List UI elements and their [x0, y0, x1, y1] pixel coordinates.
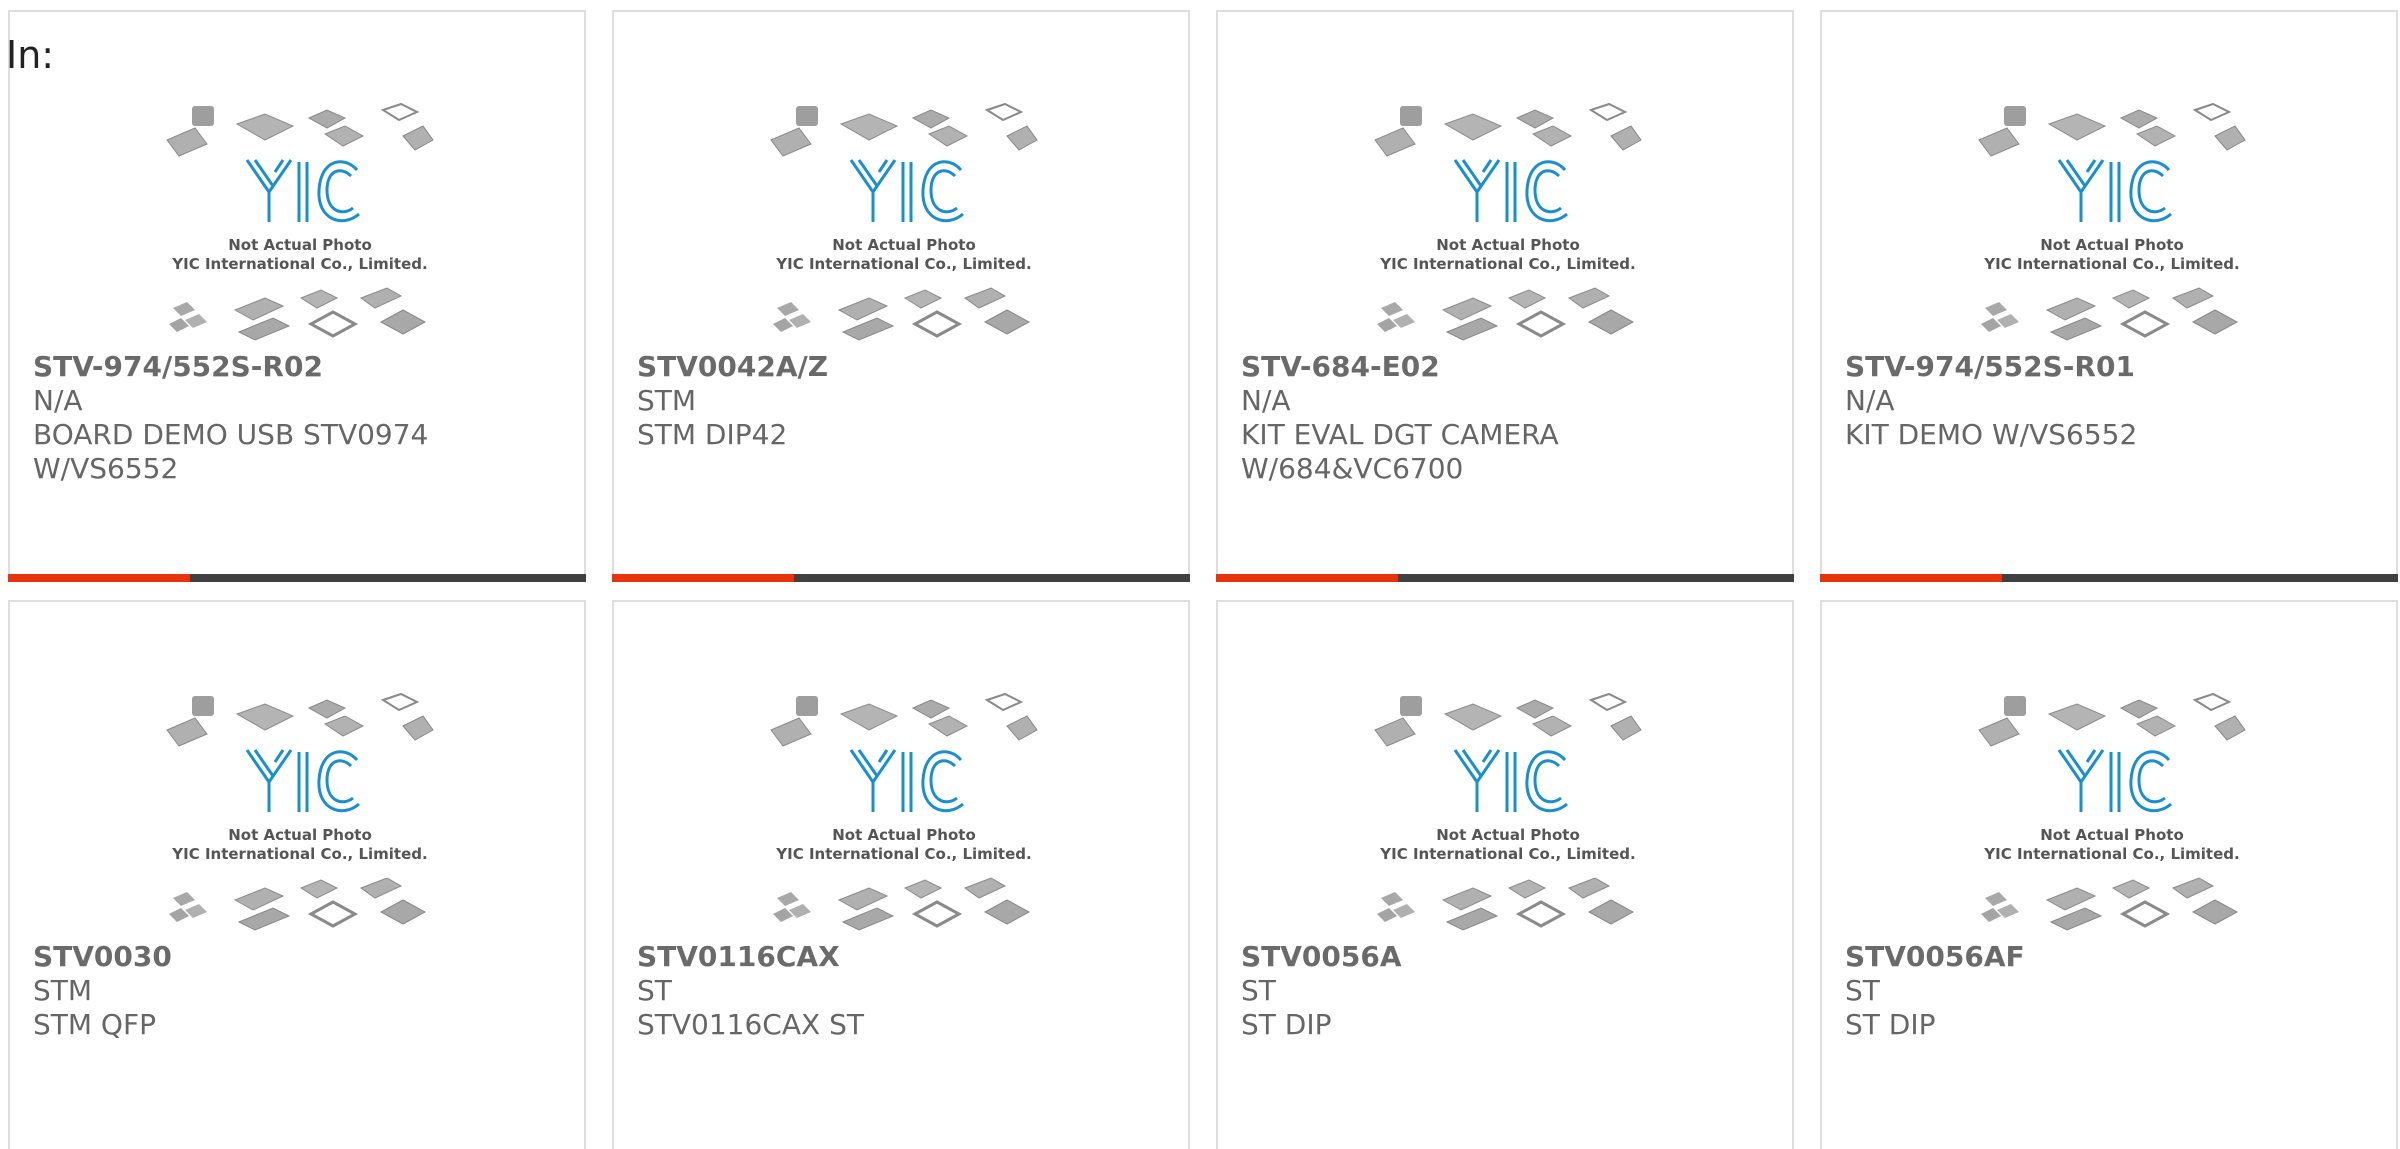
product-manufacturer: STM: [637, 384, 697, 417]
product-part-number[interactable]: STV0116CAX: [637, 940, 1168, 974]
product-info: STV-974/552S-R01 N/A KIT DEMO W/VS6552: [1845, 350, 2376, 452]
chip-icons-top: [1978, 692, 2246, 747]
placeholder-line-2: YIC International Co., Limited.: [1379, 255, 1635, 273]
product-info: STV0030 STM STM QFP: [33, 940, 564, 1042]
chip-icons-bottom: [169, 877, 427, 931]
product-grid: Not Actual Photo YIC International Co., …: [8, 10, 2400, 1149]
card-bottom-bar: [1820, 574, 2398, 582]
product-description: STV0116CAX ST: [637, 1008, 864, 1041]
product-part-number[interactable]: STV0030: [33, 940, 564, 974]
product-description: BOARD DEMO USB STV0974 W/VS6552: [33, 418, 429, 485]
product-part-number[interactable]: STV-974/552S-R01: [1845, 350, 2376, 384]
chip-icons-bottom: [773, 287, 1031, 341]
placeholder-line-2: YIC International Co., Limited.: [1983, 845, 2239, 863]
product-part-number[interactable]: STV-684-E02: [1241, 350, 1772, 384]
product-part-number[interactable]: STV0056AF: [1845, 940, 2376, 974]
chip-icons-bottom: [1981, 877, 2239, 931]
placeholder-line-2: YIC International Co., Limited.: [775, 255, 1031, 273]
chip-icons-top: [1374, 692, 1642, 747]
product-part-number[interactable]: STV0056A: [1241, 940, 1772, 974]
product-card[interactable]: Not Actual Photo YIC International Co., …: [1216, 600, 1794, 1149]
product-placeholder-image: Not Actual Photo YIC International Co., …: [166, 102, 434, 341]
product-card[interactable]: Not Actual Photo YIC International Co., …: [612, 10, 1190, 582]
product-placeholder-image: Not Actual Photo YIC International Co., …: [1374, 102, 1642, 341]
chip-icons-bottom: [169, 287, 427, 341]
card-accent-bar: [1216, 574, 1398, 582]
product-grid-page: Not Actual Photo YIC International Co., …: [0, 0, 2400, 1149]
placeholder-line-1: Not Actual Photo: [832, 826, 976, 844]
card-bottom-bar: [612, 574, 1190, 582]
product-description: ST DIP: [1845, 1008, 1936, 1041]
product-manufacturer: N/A: [1845, 384, 1895, 417]
product-info: STV0042A/Z STM STM DIP42: [637, 350, 1168, 452]
chip-icons-top: [770, 692, 1038, 747]
chip-icons-top: [166, 102, 434, 157]
card-bottom-bar: [8, 574, 586, 582]
product-description: STM QFP: [33, 1008, 156, 1041]
placeholder-line-1: Not Actual Photo: [228, 826, 372, 844]
placeholder-line-2: YIC International Co., Limited.: [1379, 845, 1635, 863]
yic-logo: [1453, 159, 1568, 223]
chip-icons-top: [770, 102, 1038, 157]
placeholder-line-2: YIC International Co., Limited.: [171, 845, 427, 863]
placeholder-line-2: YIC International Co., Limited.: [775, 845, 1031, 863]
product-part-number[interactable]: STV-974/552S-R02: [33, 350, 564, 384]
product-placeholder-image: Not Actual Photo YIC International Co., …: [770, 692, 1038, 931]
yic-logo: [245, 159, 360, 223]
card-bottom-bar: [1216, 574, 1794, 582]
chip-icons-bottom: [773, 877, 1031, 931]
card-accent-bar: [612, 574, 794, 582]
product-description: KIT EVAL DGT CAMERA W/684&VC6700: [1241, 418, 1559, 485]
product-manufacturer: STM: [33, 974, 93, 1007]
chip-icons-bottom: [1377, 287, 1635, 341]
chip-icons-bottom: [1981, 287, 2239, 341]
product-card[interactable]: Not Actual Photo YIC International Co., …: [1216, 10, 1794, 582]
card-accent-bar: [1820, 574, 2002, 582]
product-info: STV0056A ST ST DIP: [1241, 940, 1772, 1042]
yic-logo: [849, 749, 964, 813]
yic-logo: [245, 749, 360, 813]
product-manufacturer: N/A: [33, 384, 83, 417]
product-placeholder-image: Not Actual Photo YIC International Co., …: [770, 102, 1038, 341]
yic-logo: [2057, 159, 2172, 223]
chip-icons-top: [1978, 102, 2246, 157]
placeholder-line-2: YIC International Co., Limited.: [171, 255, 427, 273]
placeholder-line-2: YIC International Co., Limited.: [1983, 255, 2239, 273]
product-info: STV0056AF ST ST DIP: [1845, 940, 2376, 1042]
product-description: ST DIP: [1241, 1008, 1332, 1041]
product-manufacturer: ST: [637, 974, 672, 1007]
search-prefix-label: In:: [6, 33, 55, 77]
yic-logo: [2057, 749, 2172, 813]
yic-logo: [849, 159, 964, 223]
product-card[interactable]: Not Actual Photo YIC International Co., …: [1820, 10, 2398, 582]
product-card[interactable]: Not Actual Photo YIC International Co., …: [612, 600, 1190, 1149]
product-description: STM DIP42: [637, 418, 788, 451]
product-placeholder-image: Not Actual Photo YIC International Co., …: [166, 692, 434, 931]
chip-icons-top: [1374, 102, 1642, 157]
product-description: KIT DEMO W/VS6552: [1845, 418, 2138, 451]
placeholder-line-1: Not Actual Photo: [1436, 826, 1580, 844]
product-manufacturer: ST: [1845, 974, 1880, 1007]
product-manufacturer: ST: [1241, 974, 1276, 1007]
product-placeholder-image: Not Actual Photo YIC International Co., …: [1978, 102, 2246, 341]
product-placeholder-image: Not Actual Photo YIC International Co., …: [1374, 692, 1642, 931]
placeholder-line-1: Not Actual Photo: [2040, 236, 2184, 254]
chip-icons-bottom: [1377, 877, 1635, 931]
product-info: STV-684-E02 N/A KIT EVAL DGT CAMERA W/68…: [1241, 350, 1772, 486]
product-info: STV0116CAX ST STV0116CAX ST: [637, 940, 1168, 1042]
chip-icons-top: [166, 692, 434, 747]
card-accent-bar: [8, 574, 190, 582]
placeholder-line-1: Not Actual Photo: [2040, 826, 2184, 844]
product-card[interactable]: Not Actual Photo YIC International Co., …: [8, 10, 586, 582]
product-part-number[interactable]: STV0042A/Z: [637, 350, 1168, 384]
product-card[interactable]: Not Actual Photo YIC International Co., …: [8, 600, 586, 1149]
yic-logo: [1453, 749, 1568, 813]
placeholder-line-1: Not Actual Photo: [832, 236, 976, 254]
placeholder-line-1: Not Actual Photo: [1436, 236, 1580, 254]
product-card[interactable]: Not Actual Photo YIC International Co., …: [1820, 600, 2398, 1149]
product-manufacturer: N/A: [1241, 384, 1291, 417]
product-placeholder-image: Not Actual Photo YIC International Co., …: [1978, 692, 2246, 931]
placeholder-line-1: Not Actual Photo: [228, 236, 372, 254]
product-info: STV-974/552S-R02 N/A BOARD DEMO USB STV0…: [33, 350, 564, 486]
